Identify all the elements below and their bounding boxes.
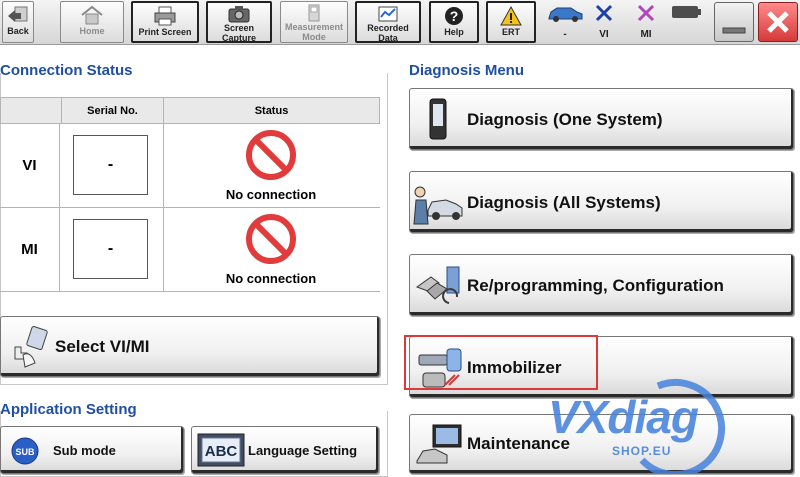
- status-text: No connection: [225, 187, 317, 202]
- sub-mode-button[interactable]: SUB Sub mode: [0, 426, 184, 474]
- maintenance-monitor-icon: [413, 421, 465, 472]
- row-label: VI: [0, 124, 60, 208]
- language-setting-label: Language Setting: [248, 443, 358, 458]
- warning-icon: [488, 5, 534, 27]
- row-label: MI: [0, 208, 60, 292]
- mi-status: MI: [626, 2, 666, 42]
- immobilizer-highlight-box: [404, 335, 598, 390]
- help-icon: ?: [431, 5, 477, 27]
- language-abc-icon: ABC: [197, 433, 245, 472]
- help-button[interactable]: ? Help: [429, 1, 479, 43]
- sub-mode-label: Sub mode: [53, 443, 116, 458]
- diagnosis-menu-title: Diagnosis Menu: [409, 62, 525, 79]
- phone-device-icon: [428, 97, 448, 146]
- svg-text:?: ?: [450, 8, 459, 24]
- screen-capture-button[interactable]: Screen Capture: [206, 1, 272, 43]
- menu-label: Diagnosis (All Systems): [467, 193, 661, 212]
- home-button[interactable]: Home: [60, 1, 124, 43]
- sub-mode-icon: SUB: [11, 437, 39, 470]
- minimize-icon: [715, 27, 753, 45]
- serial-field: -: [73, 219, 148, 279]
- select-vimi-label: Select VI/MI: [55, 337, 150, 356]
- vi-disconnected-x-icon: [593, 4, 615, 27]
- home-icon: [61, 4, 123, 26]
- recorded-data-icon: [357, 5, 419, 23]
- mechanic-car-icon: [412, 180, 464, 231]
- table-header-status: Status: [163, 97, 380, 124]
- select-device-icon: [5, 325, 51, 376]
- language-setting-button[interactable]: ABC Language Setting: [191, 426, 379, 474]
- back-arrow-icon: [3, 4, 33, 26]
- table-header-blank: [0, 97, 62, 124]
- svg-text:ABC: ABC: [205, 443, 238, 460]
- vehicle-status: -: [543, 2, 587, 42]
- maintenance-button[interactable]: Maintenance: [409, 414, 794, 474]
- reprogramming-configuration-button[interactable]: Re/programming, Configuration: [409, 254, 794, 316]
- battery-icon: [668, 6, 704, 27]
- reprogramming-icon: [413, 263, 465, 314]
- status-text: No connection: [225, 271, 317, 286]
- close-button[interactable]: [758, 2, 798, 42]
- battery-status: [666, 2, 706, 42]
- camera-icon: [208, 5, 270, 23]
- table-header-serial: Serial No.: [61, 97, 164, 124]
- vi-status: VI: [584, 2, 624, 42]
- select-vimi-button[interactable]: Select VI/MI: [0, 316, 380, 377]
- no-connection-icon: [244, 212, 298, 266]
- minimize-button[interactable]: [714, 2, 754, 42]
- menu-label: Diagnosis (One System): [467, 110, 663, 129]
- top-toolbar: Back Home Print Screen Screen Capture Me…: [0, 0, 800, 45]
- ert-button[interactable]: ERT: [486, 1, 536, 43]
- meter-icon: [281, 4, 347, 22]
- recorded-data-button[interactable]: Recorded Data: [355, 1, 421, 43]
- menu-label: Re/programming, Configuration: [467, 276, 724, 295]
- diagnosis-all-systems-button[interactable]: Diagnosis (All Systems): [409, 171, 794, 233]
- svg-text:SUB: SUB: [15, 447, 35, 457]
- mi-disconnected-x-icon: [635, 4, 657, 27]
- car-icon: [545, 7, 585, 27]
- printer-icon: [133, 5, 197, 27]
- print-screen-button[interactable]: Print Screen: [131, 1, 199, 43]
- measurement-mode-button[interactable]: Measurement Mode: [280, 1, 348, 43]
- menu-label: Maintenance: [467, 434, 570, 453]
- table-row-mi: MI - No connection: [0, 208, 380, 292]
- diagnosis-one-system-button[interactable]: Diagnosis (One System): [409, 88, 794, 150]
- table-row-vi: VI - No connection: [0, 124, 380, 208]
- no-connection-icon: [244, 128, 298, 182]
- close-icon: [759, 11, 797, 45]
- back-button[interactable]: Back: [2, 1, 34, 43]
- serial-field: -: [73, 135, 148, 195]
